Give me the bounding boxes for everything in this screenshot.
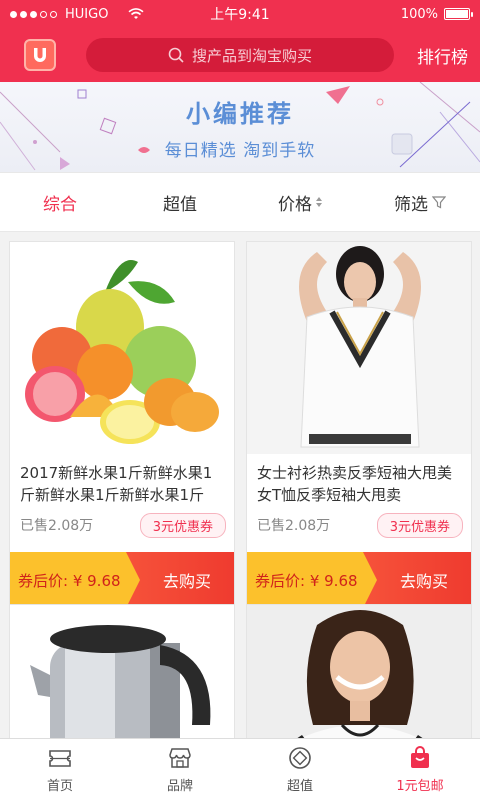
filter-icon	[432, 196, 446, 209]
tab-label: 价格	[278, 194, 312, 215]
nav-label: 品牌	[166, 779, 193, 794]
store-icon	[169, 748, 191, 768]
nav-label: 首页	[46, 779, 73, 794]
recommend-banner[interactable]: 小编推荐 每日精选 淘到手软	[0, 82, 480, 172]
rank-link[interactable]: 排行榜	[417, 43, 468, 68]
search-icon	[168, 47, 184, 63]
banner-title: 小编推荐	[186, 100, 294, 128]
search-bar[interactable]: 搜产品到淘宝购买	[86, 38, 394, 72]
product-title: 2017新鲜水果1斤新鲜水果1斤新鲜水果1斤新鲜水果1斤	[20, 464, 213, 504]
sold-count: 已售2.08万	[20, 518, 94, 534]
coupon-badge[interactable]: 3元优惠券	[139, 512, 226, 538]
banner-subtitle: 每日精选 淘到手软	[164, 141, 316, 161]
ticket-icon	[49, 750, 71, 767]
app-logo-icon[interactable]	[24, 39, 56, 71]
bottom-nav: 首页 品牌 超值 1元包邮	[0, 738, 480, 800]
tab-label: 综合	[43, 194, 77, 215]
tab-price[interactable]: 价格	[240, 190, 360, 215]
fruit-photo[interactable]	[10, 242, 234, 454]
nav-label: 超值	[286, 779, 313, 794]
kettle-photo[interactable]	[10, 605, 234, 738]
coupon-badge[interactable]: 3元优惠券	[376, 512, 463, 538]
nav-home[interactable]: 首页	[0, 739, 120, 800]
tab-filter[interactable]: 筛选	[360, 190, 480, 215]
bag-icon	[411, 746, 429, 768]
product-card[interactable]	[9, 604, 235, 738]
product-title: 女士衬衫热卖反季短袖大甩美女T恤反季短袖大甩卖	[257, 464, 453, 504]
buy-button[interactable]: 去购买	[126, 552, 234, 608]
product-card[interactable]: 2017新鲜水果1斤新鲜水果1斤新鲜水果1斤新鲜水果1斤 已售2.08万 3元优…	[9, 241, 235, 609]
sold-count: 已售2.08万	[257, 518, 331, 534]
tab-label: 超值	[163, 194, 197, 215]
product-grid: 2017新鲜水果1斤新鲜水果1斤新鲜水果1斤新鲜水果1斤 已售2.08万 3元优…	[0, 232, 480, 738]
tab-label: 筛选	[394, 194, 428, 215]
tab-overall[interactable]: 综合	[0, 190, 120, 215]
coupon-price: 券后价: ¥ 9.68	[10, 552, 140, 608]
coupon-price: 券后价: ¥ 9.68	[247, 552, 377, 608]
tab-value[interactable]: 超值	[120, 190, 240, 215]
nav-value[interactable]: 超值	[240, 739, 360, 800]
status-time: 上午9:41	[210, 7, 270, 23]
sort-icon	[316, 197, 322, 207]
coin-icon	[289, 747, 311, 769]
model-photo[interactable]	[247, 242, 471, 454]
product-card[interactable]	[246, 604, 472, 738]
nav-free-shipping[interactable]: 1元包邮	[360, 739, 480, 800]
search-placeholder: 搜产品到淘宝购买	[191, 46, 312, 65]
buy-button[interactable]: 去购买	[363, 552, 471, 608]
status-bar: HUIGO 上午9:41 100%	[0, 0, 480, 28]
filter-tabs: 综合 超值 价格 筛选	[0, 172, 480, 232]
woman-photo[interactable]	[247, 605, 471, 738]
header: HUIGO 上午9:41 100% 搜产品到淘宝购买 排行榜	[0, 0, 480, 82]
nav-label: 1元包邮	[396, 779, 444, 794]
nav-brand[interactable]: 品牌	[120, 739, 240, 800]
battery-icon	[444, 8, 473, 20]
product-card[interactable]: 女士衬衫热卖反季短袖大甩美女T恤反季短袖大甩卖 已售2.08万 3元优惠券 券后…	[246, 241, 472, 609]
